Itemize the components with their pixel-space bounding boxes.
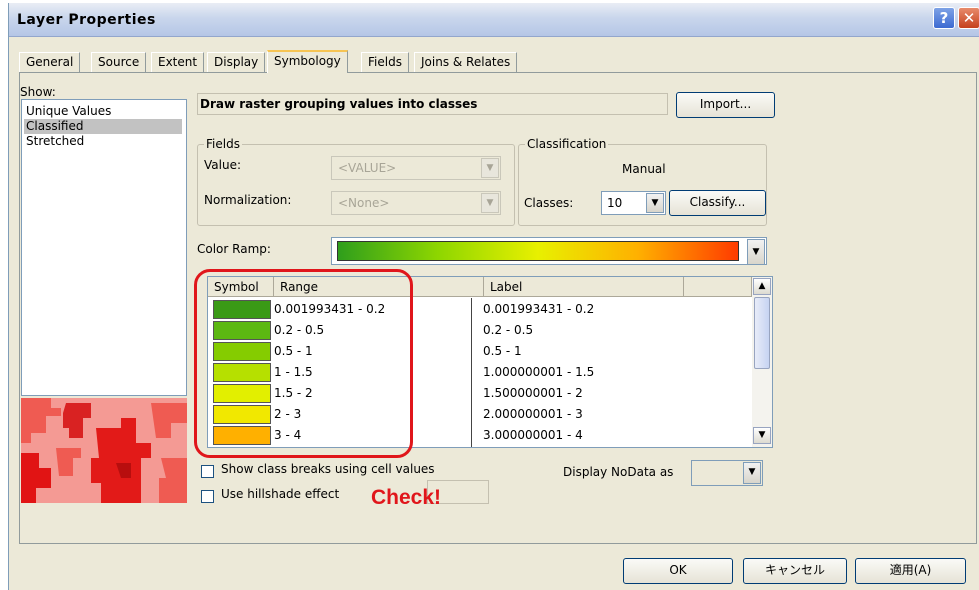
close-button[interactable]: ✕ [958, 7, 979, 29]
show-label: Show: [20, 85, 56, 99]
label-cell[interactable]: 3.000000001 - 4 [483, 428, 583, 442]
cancel-button[interactable]: キャンセル [743, 558, 847, 584]
value-label: Value: [204, 158, 241, 172]
tab-joins-relates[interactable]: Joins & Relates [414, 52, 518, 72]
scroll-down-icon[interactable]: ▼ [753, 427, 771, 444]
scroll-thumb[interactable] [754, 297, 770, 369]
show-item-classified[interactable]: Classified [24, 119, 182, 134]
highlight-circle [194, 269, 413, 458]
tab-symbology[interactable]: Symbology [267, 50, 348, 73]
header-label[interactable]: Label [484, 277, 684, 297]
classification-method: Manual [622, 162, 666, 176]
value-combo-text: <VALUE> [338, 161, 397, 175]
table-scrollbar[interactable]: ▲ ▼ [752, 277, 772, 447]
scroll-up-icon[interactable]: ▲ [753, 278, 771, 295]
window-title: Layer Properties [17, 12, 156, 28]
chevron-down-icon[interactable]: ▼ [646, 193, 664, 213]
check-annotation: Check! [371, 486, 442, 509]
tab-source[interactable]: Source [91, 52, 147, 72]
show-item-stretched[interactable]: Stretched [24, 134, 84, 149]
tab-fields[interactable]: Fields [361, 52, 409, 72]
ok-button[interactable]: OK [623, 558, 733, 584]
use-hillshade-checkbox[interactable] [201, 490, 214, 503]
use-hillshade-label: Use hillshade effect [221, 487, 340, 501]
label-cell[interactable]: 0.5 - 1 [483, 344, 522, 358]
color-ramp-bar [337, 241, 739, 261]
help-button[interactable]: ? [933, 7, 955, 29]
import-button[interactable]: Import... [676, 92, 775, 118]
nodata-color-select[interactable]: ▼ [691, 460, 763, 486]
normalization-label: Normalization: [204, 193, 292, 207]
chevron-down-icon: ▼ [481, 193, 499, 213]
description-box: Draw raster grouping values into classes [197, 93, 668, 115]
color-ramp-select[interactable]: ▼ [331, 237, 767, 265]
header-blank [684, 277, 752, 297]
classes-select[interactable]: 10 ▼ [601, 191, 666, 215]
preview-map-image [21, 398, 187, 503]
chevron-down-icon[interactable]: ▼ [747, 239, 765, 265]
normalization-combo: <None> ▼ [331, 191, 501, 215]
color-ramp-label: Color Ramp: [197, 242, 271, 256]
fields-group-title: Fields [204, 137, 242, 151]
show-class-breaks-label: Show class breaks using cell values [221, 462, 435, 476]
show-class-breaks-checkbox[interactable] [201, 465, 214, 478]
label-cell[interactable]: 0.2 - 0.5 [483, 323, 533, 337]
tab-extent[interactable]: Extent [151, 52, 205, 72]
normalization-combo-text: <None> [338, 196, 390, 210]
value-combo: <VALUE> ▼ [331, 156, 501, 180]
classify-button[interactable]: Classify... [669, 190, 766, 216]
show-item-unique-values[interactable]: Unique Values [24, 104, 111, 119]
apply-button[interactable]: 適用(A) [855, 558, 966, 584]
label-cell[interactable]: 1.000000001 - 1.5 [483, 365, 594, 379]
label-cell[interactable]: 1.500000001 - 2 [483, 386, 583, 400]
tab-display[interactable]: Display [207, 52, 266, 72]
chevron-down-icon[interactable]: ▼ [743, 462, 761, 484]
label-cell[interactable]: 2.000000001 - 3 [483, 407, 583, 421]
display-nodata-label: Display NoData as [563, 465, 674, 479]
classification-group-title: Classification [525, 137, 609, 151]
tab-general[interactable]: General [19, 52, 81, 72]
layer-properties-dialog: Layer Properties ? ✕ General Source Exte… [8, 3, 979, 590]
description-text: Draw raster grouping values into classes [200, 97, 478, 111]
chevron-down-icon: ▼ [481, 158, 499, 178]
label-cell[interactable]: 0.001993431 - 0.2 [483, 302, 594, 316]
classes-value: 10 [607, 196, 623, 210]
show-listbox[interactable]: Unique Values Classified Stretched [21, 99, 187, 396]
classes-label: Classes: [524, 196, 574, 210]
title-bar: Layer Properties ? ✕ [9, 3, 979, 37]
